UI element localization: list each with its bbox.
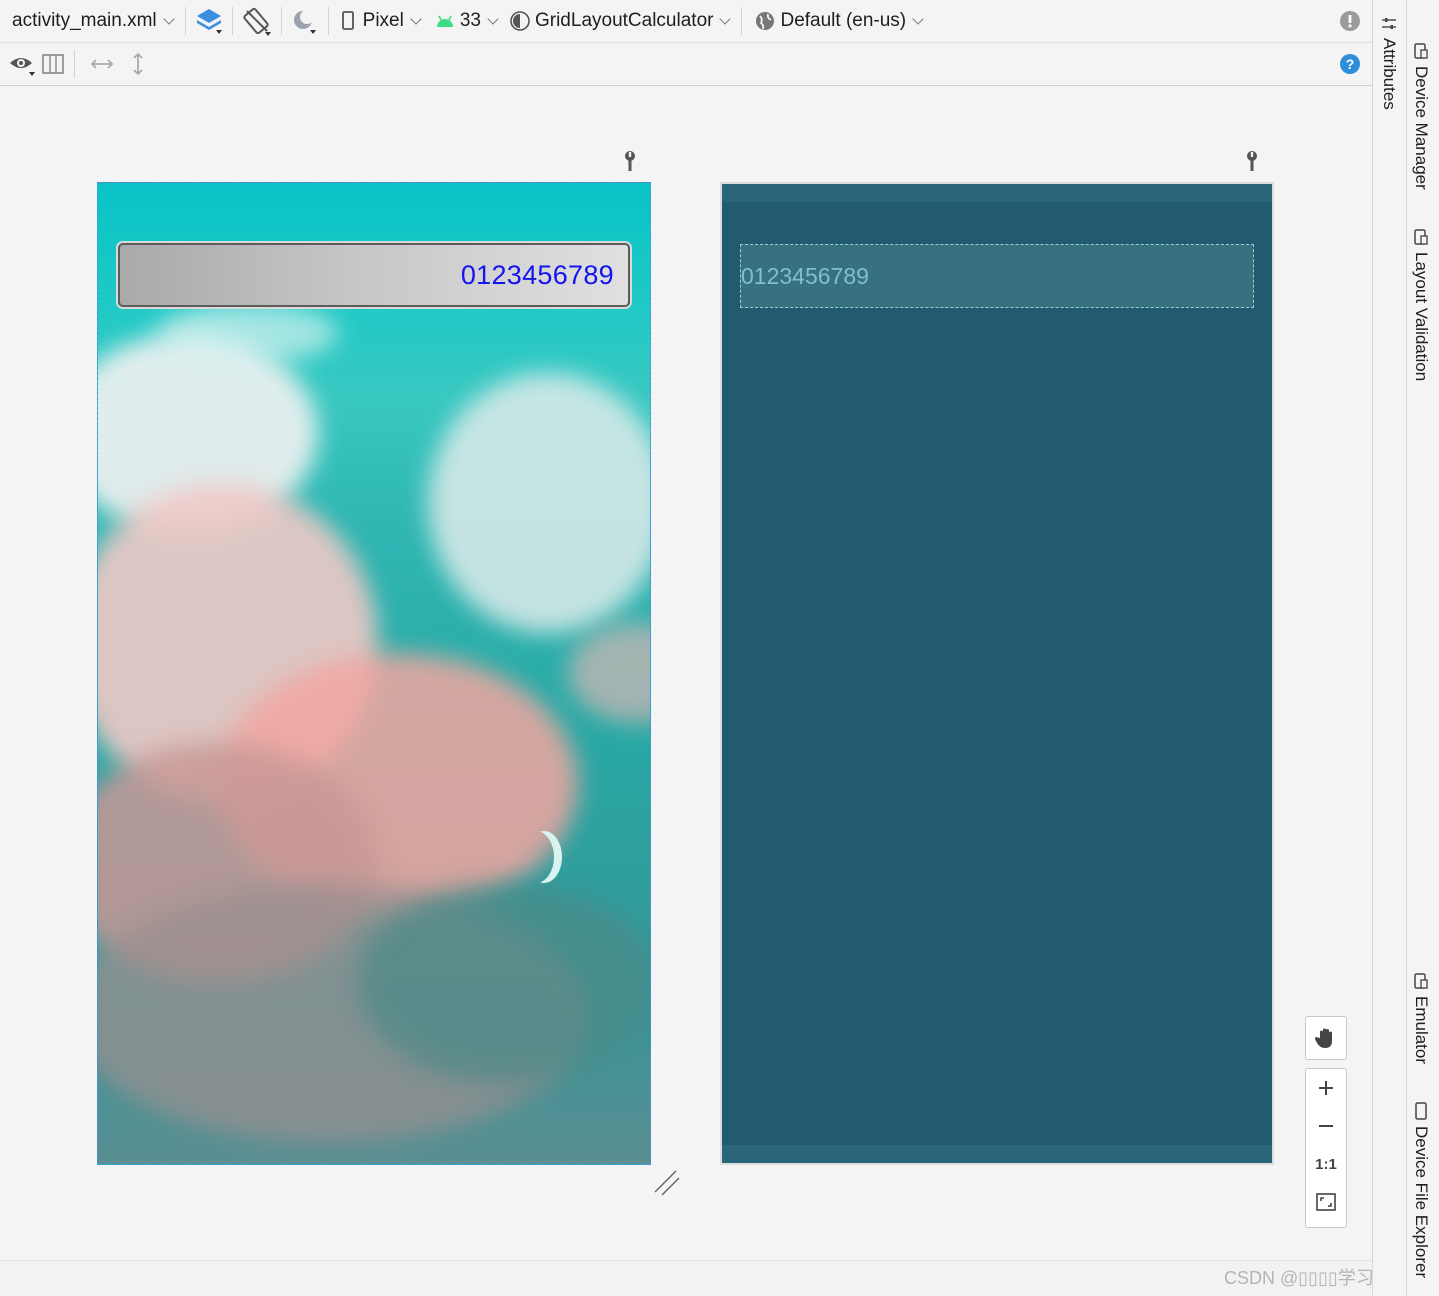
device-label: Pixel [362,10,404,31]
device-icon [1411,228,1431,246]
api-level-label: 33 [459,10,481,31]
attributes-tab-label: Attributes [1380,38,1399,110]
blueprint-result-field[interactable]: 0123456789 [740,244,1254,308]
locale-selector[interactable]: Default (en-us) [754,10,928,32]
eye-icon[interactable] [4,47,38,81]
chevron-down-icon [719,13,732,25]
pin-icon[interactable] [1245,150,1259,172]
zoom-in-icon[interactable] [1306,1069,1346,1107]
device-icon [1411,1102,1431,1120]
chevron-down-icon [487,13,499,25]
svg-text:?: ? [1346,56,1355,72]
theme-icon [510,11,530,31]
right-tool-window-bar: Attributes e Device Manager Layout Valid… [1372,0,1439,1295]
moon-image [518,831,554,883]
background-image [358,883,650,1083]
design-preview[interactable]: 0123456789 [97,182,651,1165]
blueprint-nav-bar [722,1145,1272,1163]
top-toolbar: activity_main.xml Pixel 33 GridLayoutCal… [0,0,1372,43]
device-icon [1411,42,1431,60]
layers-icon[interactable] [192,4,226,38]
zoom-one-to-one-button[interactable]: 1:1 [1306,1145,1346,1183]
theme-label: GridLayoutCalculator [534,10,714,31]
chevron-down-icon [162,13,175,25]
device-file-explorer-tab[interactable]: Device File Explorer [1411,1102,1431,1278]
background-image [158,303,338,363]
toolbar-separator [184,7,186,35]
secondary-toolbar: ? [0,43,1372,86]
warning-icon[interactable] [1338,9,1362,33]
result-text-field[interactable]: 0123456789 [118,243,630,307]
toolbar-separator [231,7,233,35]
tool-bar-divider [1406,0,1407,1295]
help-icon[interactable]: ? [1338,52,1362,76]
device-selector[interactable]: Pixel [341,10,426,32]
device-manager-tab[interactable]: Device Manager [1411,42,1431,190]
file-tab-label: activity_main.xml [12,10,157,31]
vertical-resize-icon[interactable] [123,49,153,79]
chevron-down-icon [912,13,924,25]
hand-icon[interactable] [1306,1017,1346,1059]
pin-icon[interactable] [623,150,637,172]
night-mode-icon[interactable] [288,4,322,38]
toolbar-separator [280,7,282,35]
zoom-controls: 1:1 [1305,1068,1347,1228]
device-manager-tab-label: Device Manager [1412,66,1431,190]
api-level-selector[interactable]: 33 [434,10,503,32]
emulator-tab-label: Emulator [1412,996,1431,1065]
result-text: 0123456789 [460,259,614,290]
blueprint-preview[interactable]: 0123456789 [720,182,1274,1165]
phone-icon [341,11,354,30]
blueprint-result-text: 0123456789 [741,262,869,289]
globe-icon [756,12,775,30]
file-tab[interactable]: activity_main.xml [12,10,179,32]
fit-screen-icon[interactable] [1306,1183,1346,1221]
blueprint-status-bar [722,184,1272,202]
layout-validation-tab-label: Layout Validation [1412,252,1431,382]
pan-control [1305,1016,1347,1060]
toolbar-separator [741,7,743,35]
background-image [568,623,650,723]
device-file-explorer-tab-label: Device File Explorer [1412,1126,1431,1279]
blueprint-icon[interactable] [38,49,68,79]
toolbar-separator [327,7,329,35]
orientation-icon[interactable] [239,4,275,38]
android-icon [436,15,453,27]
resize-handle-icon[interactable] [652,1168,682,1198]
toolbar-separator [74,50,75,78]
chevron-down-icon [410,13,422,25]
horizontal-resize-icon[interactable] [85,49,119,79]
status-bar [0,1260,1372,1296]
locale-label: Default (en-us) [780,10,907,31]
background-image [428,373,650,633]
layout-validation-tab[interactable]: Layout Validation [1411,228,1431,381]
zoom-out-icon[interactable] [1306,1107,1346,1145]
device-icon [1411,972,1431,990]
attributes-icon [1379,16,1399,32]
theme-selector[interactable]: GridLayoutCalculator [509,10,735,32]
attributes-tab[interactable]: Attributes [1379,16,1399,110]
emulator-tab[interactable]: Emulator [1411,972,1431,1064]
